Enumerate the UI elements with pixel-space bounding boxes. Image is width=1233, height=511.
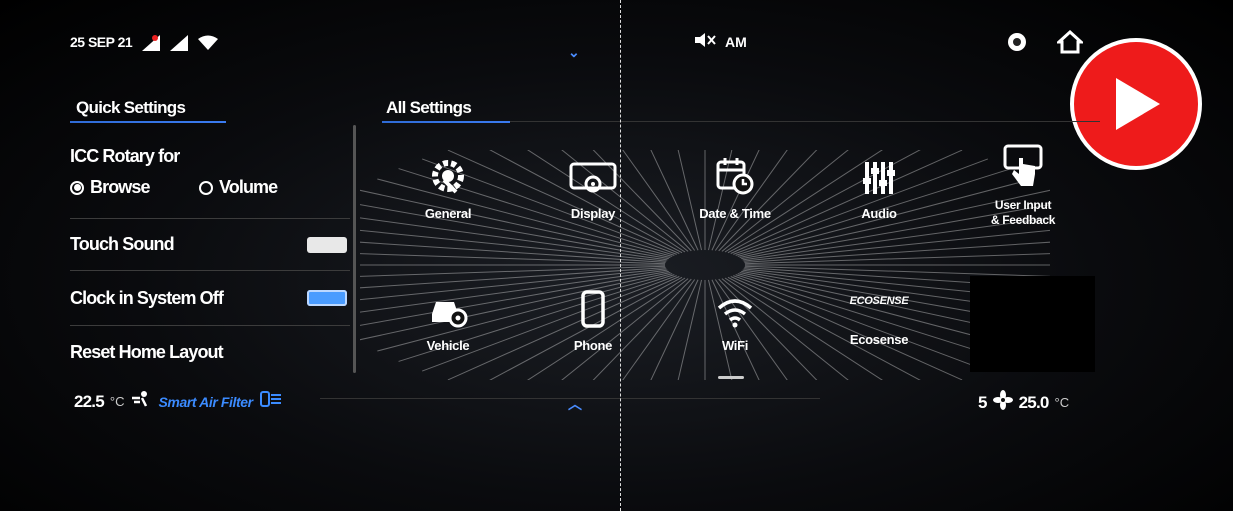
tile-phone[interactable]: Phone (538, 280, 648, 353)
home-icon[interactable] (1055, 29, 1085, 59)
climate-left: 22.5 °C Smart Air Filter (74, 390, 283, 413)
tile-audio[interactable]: Audio (824, 148, 934, 221)
fan-icon[interactable] (992, 390, 1013, 415)
car-gear-icon (393, 280, 503, 328)
divider (70, 325, 350, 326)
radio-selected-icon (70, 180, 84, 195)
air-filter-icon[interactable] (259, 390, 283, 413)
air-flow-icon[interactable] (130, 390, 152, 413)
ecosense-logo: ECOSENSE (824, 280, 934, 322)
tile-display[interactable]: Display (538, 148, 648, 221)
tile-label: Display (570, 206, 616, 221)
audio-status: AM (695, 33, 747, 50)
smart-air-filter-label[interactable]: Smart Air Filter (158, 394, 253, 410)
calendar-clock-icon (680, 148, 790, 196)
radio-unselected-icon (199, 180, 213, 195)
signal-1-icon (142, 35, 161, 51)
rotary-label: ICC Rotary for (70, 146, 180, 166)
panel-divider (353, 125, 356, 373)
touch-sound-label: Touch Sound (70, 234, 175, 254)
quick-settings-title[interactable]: Quick Settings (76, 98, 186, 118)
wifi-status-icon (198, 35, 219, 50)
phone-icon (538, 280, 648, 328)
radio-volume[interactable]: Volume (199, 177, 278, 198)
all-settings-title[interactable]: All Settings (386, 98, 472, 118)
clock-off-label: Clock in System Off (70, 288, 224, 308)
tile-date-time[interactable]: Date & Time (680, 148, 790, 221)
gear-wrench-icon (393, 148, 503, 196)
empty-tile (970, 276, 1095, 372)
tile-label: Date & Time (699, 206, 771, 221)
tile-label: Phone (573, 338, 613, 353)
audio-source-text: AM (725, 33, 747, 50)
divider (70, 270, 350, 271)
tile-label: Audio (861, 206, 897, 221)
youtube-play-icon[interactable] (1070, 38, 1202, 170)
date-text: 25 SEP 21 (70, 34, 133, 50)
clock-off-toggle[interactable] (307, 290, 347, 306)
settings-gear-icon[interactable] (1005, 30, 1029, 59)
tile-vehicle[interactable]: Vehicle (393, 280, 503, 353)
tab-divider (510, 121, 1100, 122)
chevron-up-icon[interactable]: ︿ (568, 394, 582, 414)
quick-settings-underline (70, 121, 226, 123)
tile-general[interactable]: General (393, 148, 503, 221)
radio-volume-label: Volume (219, 177, 278, 197)
tile-label: WiFi (721, 338, 749, 353)
wifi-icon (680, 280, 790, 328)
driver-temp[interactable]: 22.5 (74, 392, 105, 412)
top-icons (1005, 29, 1085, 59)
temp-unit: °C (109, 394, 125, 409)
guide-line (620, 0, 621, 511)
climate-right: 5 25.0 °C (978, 390, 1069, 415)
ecosense-logo-text: ECOSENSE (849, 295, 909, 307)
tile-ecosense[interactable]: ECOSENSE Ecosense (824, 280, 934, 347)
chevron-down-icon[interactable]: ⌄ (568, 44, 580, 61)
tile-user-input[interactable]: User Input & Feedback (968, 140, 1078, 228)
fan-speed[interactable]: 5 (978, 393, 987, 413)
all-settings-underline (382, 121, 510, 123)
radio-browse-label: Browse (90, 177, 151, 197)
tile-label: Vehicle (426, 338, 470, 353)
infotainment-screen: 25 SEP 21 ⌄ AM Quick Settings ICC Rotary… (0, 0, 1233, 511)
tile-wifi[interactable]: WiFi (680, 280, 790, 353)
page-indicator (718, 376, 744, 379)
equalizer-icon (824, 148, 934, 196)
display-gear-icon (538, 148, 648, 196)
mute-icon (695, 33, 717, 50)
temp-unit: °C (1054, 395, 1070, 410)
signal-2-icon (170, 35, 189, 51)
status-bar: 25 SEP 21 (70, 34, 219, 51)
reset-home-layout[interactable]: Reset Home Layout (70, 342, 224, 363)
tile-label: User Input & Feedback (990, 198, 1056, 227)
passenger-temp[interactable]: 25.0 (1019, 393, 1050, 413)
touch-sound-toggle[interactable] (307, 237, 347, 253)
tile-label: General (424, 206, 472, 221)
tile-label: Ecosense (849, 332, 909, 347)
radio-browse[interactable]: Browse (70, 177, 151, 198)
touch-hand-icon (968, 140, 1078, 188)
divider (70, 218, 350, 219)
